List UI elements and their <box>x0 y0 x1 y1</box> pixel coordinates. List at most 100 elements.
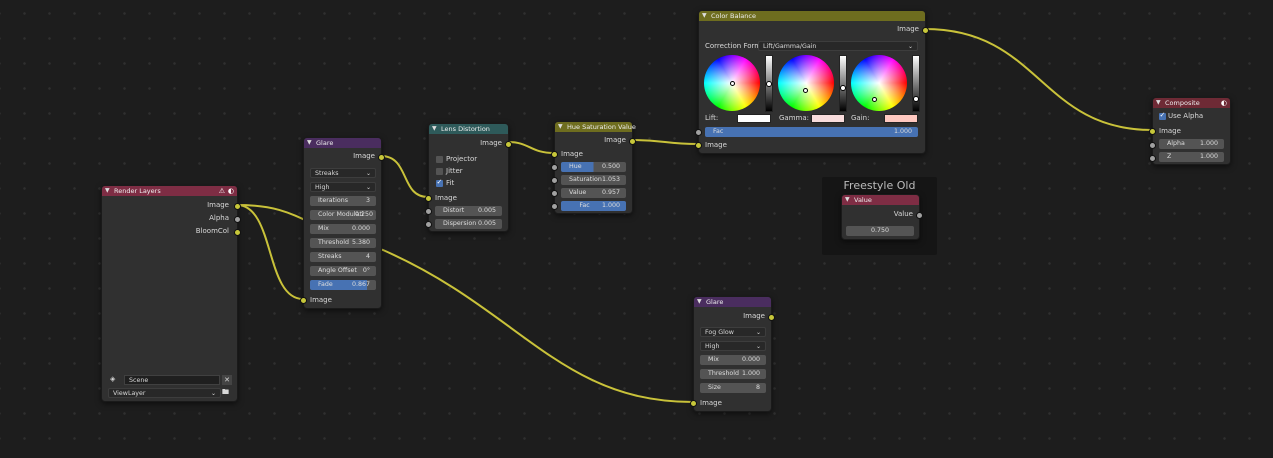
output-value-socket[interactable] <box>916 212 923 219</box>
output-image-socket[interactable] <box>234 203 241 210</box>
alpha-field[interactable]: Alpha 1.000 <box>1159 139 1224 149</box>
saturation-field[interactable]: Saturation 1.053 <box>561 175 626 185</box>
input-image-socket[interactable] <box>551 151 558 158</box>
value-socket[interactable] <box>551 190 558 197</box>
composite-node[interactable]: ▼ Composite ◐ Use Alpha Image Alpha 1.000… <box>1149 97 1231 165</box>
collapse-chevron-icon[interactable]: ▼ <box>105 186 110 196</box>
output-image-socket[interactable] <box>505 141 512 148</box>
glare-node-2[interactable]: ▼ Glare Image Fog Glow ⌄ High ⌄ Mix 0.000 T… <box>690 296 775 412</box>
field-value: 0.005 <box>477 220 496 227</box>
fac-socket[interactable] <box>695 129 702 136</box>
dispersion-socket[interactable] <box>425 221 432 228</box>
lens-distortion-header[interactable]: ▼ Lens Distortion <box>429 124 508 134</box>
gain-wheel-cursor[interactable] <box>872 97 877 102</box>
output-alpha-socket[interactable] <box>234 216 241 223</box>
threshold-field[interactable]: Threshold 5.380 <box>310 238 376 248</box>
folder-icon[interactable]: 🖿 <box>222 388 229 399</box>
glare-node-1[interactable]: ▼ Glare Image Streaks ⌄ High ⌄ Iterations 3… <box>300 137 385 309</box>
projector-checkbox[interactable] <box>436 156 443 163</box>
gamma-value-slider[interactable] <box>839 55 847 112</box>
scene-field[interactable]: Scene <box>124 375 220 385</box>
gain-slider-knob[interactable] <box>913 96 919 102</box>
hue-socket[interactable] <box>551 164 558 171</box>
render-layers-header[interactable]: ▼ Render Layers ⚠ ◐ <box>102 186 237 196</box>
view-layer-dropdown[interactable]: ViewLayer ⌄ <box>108 388 221 398</box>
z-field[interactable]: Z 1.000 <box>1159 152 1224 162</box>
lift-slider-knob[interactable] <box>766 81 772 87</box>
value-header[interactable]: ▼ Value <box>842 195 919 205</box>
hue-saturation-value-node[interactable]: ▼ Hue Saturation Value Image Image Hue 0.… <box>551 121 636 214</box>
gamma-color-swatch[interactable] <box>811 114 845 123</box>
close-icon[interactable]: ✕ <box>222 375 232 385</box>
iterations-field[interactable]: Iterations 3 <box>310 196 376 206</box>
mix-field[interactable]: Mix 0.000 <box>310 224 376 234</box>
output-bloomcol-socket[interactable] <box>234 229 241 236</box>
dispersion-field[interactable]: Dispersion 0.005 <box>435 219 502 229</box>
lift-value-slider[interactable] <box>765 55 773 112</box>
glare-type-dropdown[interactable]: Streaks ⌄ <box>310 168 376 178</box>
fade-field[interactable]: Fade 0.867 <box>310 280 376 290</box>
distort-field[interactable]: Distort 0.005 <box>435 206 502 216</box>
threshold-field[interactable]: Threshold 1.000 <box>700 369 766 379</box>
collapse-chevron-icon[interactable]: ▼ <box>432 124 437 134</box>
fac-socket[interactable] <box>551 203 558 210</box>
glare-type-dropdown[interactable]: Fog Glow ⌄ <box>700 327 766 337</box>
collapse-chevron-icon[interactable]: ▼ <box>1156 98 1161 108</box>
gain-color-swatch[interactable] <box>884 114 918 123</box>
color-balance-node[interactable]: ▼ Color Balance Image Correction Formula… <box>695 10 929 154</box>
lens-distortion-node[interactable]: ▼ Lens Distortion Image Projector Jitter… <box>425 123 512 232</box>
jitter-checkbox[interactable] <box>436 168 443 175</box>
angle-offset-field[interactable]: Angle Offset 0° <box>310 266 376 276</box>
value-field[interactable]: Value 0.957 <box>561 188 626 198</box>
fit-checkbox[interactable] <box>436 178 443 187</box>
output-image-socket[interactable] <box>378 154 385 161</box>
lift-color-swatch[interactable] <box>737 114 771 123</box>
mix-field[interactable]: Mix 0.000 <box>700 355 766 365</box>
collapse-chevron-icon[interactable]: ▼ <box>702 11 707 21</box>
input-image-socket[interactable] <box>695 142 702 149</box>
output-image-socket[interactable] <box>629 138 636 145</box>
glare-header[interactable]: ▼ Glare <box>304 138 381 148</box>
gamma-slider-knob[interactable] <box>840 85 846 91</box>
input-image-socket[interactable] <box>300 297 307 304</box>
gain-color-wheel[interactable] <box>851 55 907 111</box>
use-alpha-checkbox[interactable] <box>1159 111 1166 120</box>
fac-field[interactable]: Fac 1.000 <box>561 201 626 211</box>
lift-wheel-cursor[interactable] <box>730 81 735 86</box>
gain-value-slider[interactable] <box>912 55 920 112</box>
quality-dropdown[interactable]: High ⌄ <box>700 341 766 351</box>
collapse-chevron-icon[interactable]: ▼ <box>845 195 850 205</box>
size-field[interactable]: Size 8 <box>700 383 766 393</box>
input-image-socket[interactable] <box>690 400 697 407</box>
alpha-socket[interactable] <box>1149 142 1156 149</box>
glare-header[interactable]: ▼ Glare <box>694 297 771 307</box>
streaks-field[interactable]: Streaks 4 <box>310 252 376 262</box>
correction-formula-dropdown[interactable]: Lift/Gamma/Gain ⌄ <box>758 41 918 51</box>
z-socket[interactable] <box>1149 155 1156 162</box>
value-field[interactable]: 0.750 <box>846 226 914 236</box>
field-label: Threshold <box>318 239 350 246</box>
gamma-wheel-cursor[interactable] <box>803 88 808 93</box>
composite-header[interactable]: ▼ Composite ◐ <box>1153 98 1230 108</box>
output-image-socket[interactable] <box>768 314 775 321</box>
fac-field[interactable]: Fac 1.000 <box>705 127 918 137</box>
lift-color-wheel[interactable] <box>704 55 760 111</box>
input-image-socket[interactable] <box>1149 128 1156 135</box>
color-balance-header[interactable]: ▼ Color Balance <box>699 11 925 21</box>
saturation-socket[interactable] <box>551 177 558 184</box>
output-image-socket[interactable] <box>922 27 929 34</box>
hsv-header[interactable]: ▼ Hue Saturation Value <box>555 122 636 132</box>
quality-dropdown[interactable]: High ⌄ <box>310 182 376 192</box>
gamma-color-wheel[interactable] <box>778 55 834 111</box>
value-node[interactable]: ▼ Value Value 0.750 <box>841 194 923 240</box>
collapse-chevron-icon[interactable]: ▼ <box>307 138 312 148</box>
collapse-chevron-icon[interactable]: ▼ <box>558 122 563 132</box>
render-layers-node[interactable]: ▼ Render Layers ⚠ ◐ Image Alpha BloomCol… <box>101 185 241 402</box>
collapse-chevron-icon[interactable]: ▼ <box>697 297 702 307</box>
distort-socket[interactable] <box>425 208 432 215</box>
render-icon: ◐ <box>227 187 234 195</box>
scene-icon[interactable]: ◈ <box>110 375 115 383</box>
color-modulation-field[interactable]: Color Modulati 0.250 <box>310 210 376 220</box>
input-image-socket[interactable] <box>425 195 432 202</box>
hue-field[interactable]: Hue 0.500 <box>561 162 626 172</box>
